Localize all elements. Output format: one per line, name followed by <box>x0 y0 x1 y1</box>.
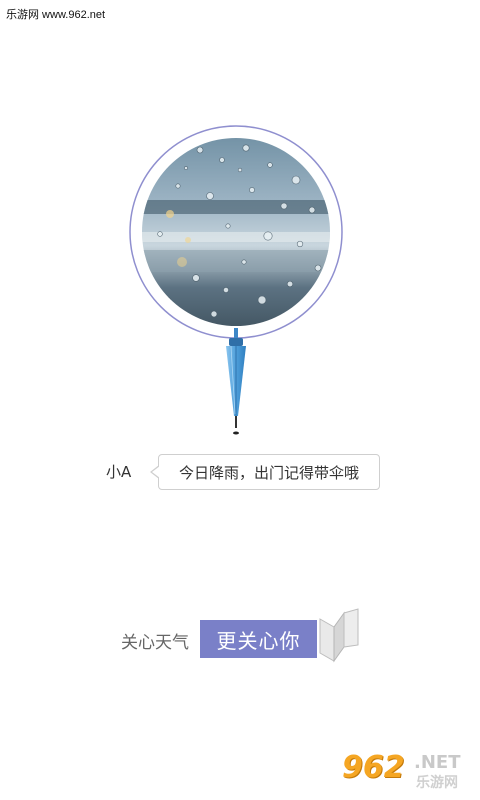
watermark-suffix: .NET <box>414 752 461 773</box>
slogan-highlight: 更关心你 <box>200 620 317 658</box>
slogan-highlight-text: 更关心你 <box>216 628 301 653</box>
closed-umbrella-icon <box>226 328 246 435</box>
slogan-plain-text: 关心天气 <box>121 633 189 653</box>
speech-bubble: 今日降雨，出门记得带伞哦 <box>150 454 380 490</box>
bottom-watermark: 962 .NET 乐游网 <box>340 748 474 792</box>
illustration <box>129 125 343 435</box>
open-book-icon <box>319 608 359 663</box>
watermark-chinese: 乐游网 <box>416 775 458 791</box>
speech-bubble-text: 今日降雨，出门记得带伞哦 <box>178 463 359 482</box>
speaker-name: 小A <box>106 463 132 481</box>
watermark-number: 962 <box>342 750 405 785</box>
